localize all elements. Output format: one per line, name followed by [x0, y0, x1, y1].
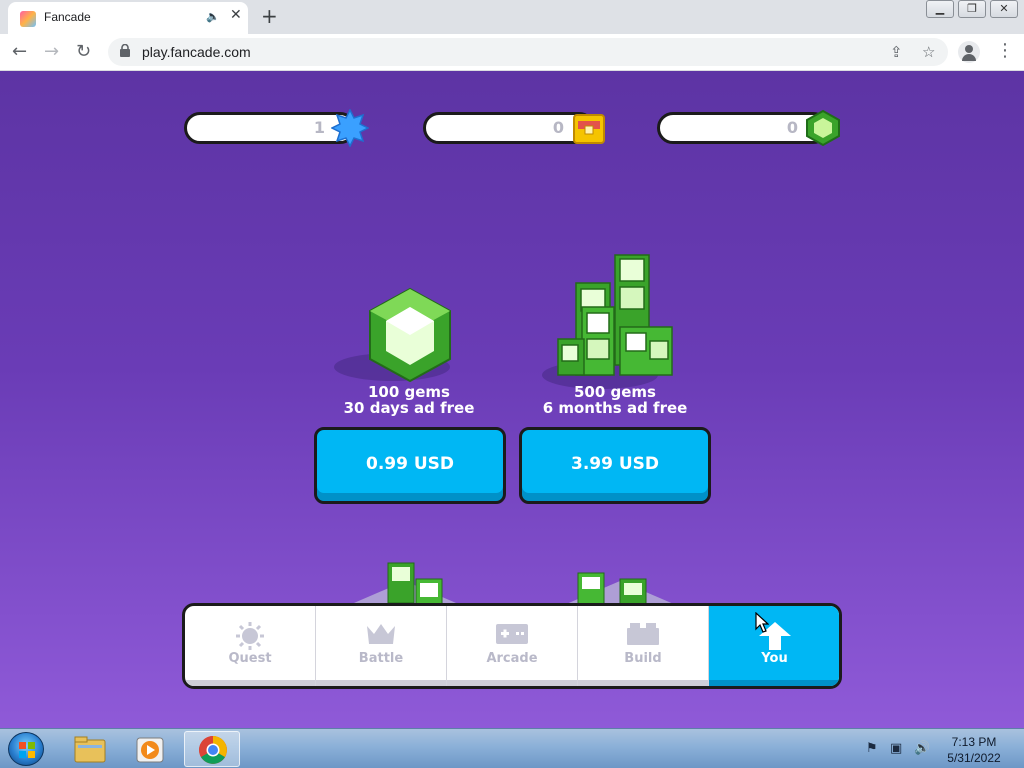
star-count: 1 [313, 118, 325, 137]
profile-icon[interactable] [958, 41, 980, 63]
offer-2-price: 3.99 USD [570, 454, 660, 474]
offer-1-price: 0.99 USD [365, 454, 455, 474]
clock-time: 7:13 PM [951, 735, 997, 749]
speaker-icon[interactable]: 🔈 [206, 10, 220, 23]
folder-icon [74, 736, 106, 763]
minimize-button[interactable]: ▁ [926, 0, 954, 18]
fancade-favicon-icon [20, 11, 36, 27]
offer-2-gems: 500 gems [573, 383, 656, 401]
chrome-icon [199, 736, 227, 764]
restore-button[interactable]: ❐ [958, 0, 986, 18]
nav-build-label: Build [624, 651, 662, 666]
chest-count: 0 [552, 118, 564, 137]
buy-500-gems-button[interactable]: 3.99 USD [519, 427, 711, 504]
taskbar-explorer[interactable] [62, 731, 118, 767]
offer-2-adfree: 6 months ad free [542, 399, 688, 417]
browser-tab-bar: Fancade 🔈 ✕ + ▁ ❐ ✕ [0, 0, 1024, 34]
bookmark-star-icon[interactable]: ☆ [922, 43, 935, 61]
crown-icon [367, 624, 395, 644]
nav-build[interactable]: Build [578, 606, 709, 686]
window-controls: ▁ ❐ ✕ [926, 0, 1018, 18]
system-clock[interactable]: 7:13 PM 5/31/2022 [942, 734, 1006, 766]
reload-icon[interactable]: ↻ [76, 41, 91, 62]
chest-counter: 0 [423, 112, 605, 144]
clock-date: 5/31/2022 [947, 751, 1001, 765]
gem-count: 0 [786, 118, 798, 137]
nav-battle[interactable]: Battle [316, 606, 447, 686]
new-tab-button[interactable]: + [261, 4, 278, 28]
nav-quest-label: Quest [228, 651, 272, 666]
offer-1-adfree: 30 days ad free [343, 399, 475, 417]
nav-quest[interactable]: Quest [185, 606, 316, 686]
close-tab-icon[interactable]: ✕ [230, 7, 242, 23]
gem-stack-image [542, 254, 673, 389]
brick-icon [627, 623, 659, 645]
gamepad-icon [496, 624, 528, 644]
chest-icon [573, 114, 605, 144]
mouse-cursor-icon [755, 612, 769, 633]
share-icon[interactable]: ⇪ [890, 43, 903, 61]
gem-icon [806, 109, 840, 147]
nav-arcade-label: Arcade [486, 651, 538, 666]
lock-icon [120, 44, 130, 57]
offer-1-gems: 100 gems [367, 383, 450, 401]
offer-1-label: 100 gems 30 days ad free [299, 384, 519, 416]
kebab-menu-icon[interactable]: ⋮ [996, 40, 1014, 61]
sun-icon [236, 622, 264, 650]
nav-you[interactable]: You [709, 606, 839, 686]
network-icon[interactable]: ▣ [890, 741, 902, 756]
bottom-nav: Quest Battle Arcade Build You [182, 603, 842, 689]
windows-taskbar: ⚑ ▣ 🔊 7:13 PM 5/31/2022 [0, 728, 1024, 768]
single-gem-image [334, 287, 451, 383]
media-player-icon [136, 737, 164, 763]
offer-2-label: 500 gems 6 months ad free [505, 384, 725, 416]
tab-title: Fancade [44, 10, 91, 24]
star-icon [331, 109, 369, 147]
buy-100-gems-button[interactable]: 0.99 USD [314, 427, 506, 504]
network-warning-icon[interactable]: ⚑ [866, 741, 878, 756]
gem-counter: 0 [657, 109, 840, 147]
windows-logo-icon [19, 742, 35, 758]
nav-battle-label: Battle [358, 651, 404, 666]
taskbar-chrome[interactable] [184, 731, 240, 767]
taskbar-media-player[interactable] [122, 731, 178, 767]
nav-you-label: You [761, 651, 788, 666]
browser-toolbar: ← → ↻ play.fancade.com ⇪ ☆ ⋮ [0, 34, 1024, 71]
address-bar[interactable]: play.fancade.com ⇪ ☆ [108, 38, 948, 66]
game-viewport[interactable]: 1 0 0 100 gems 30 days ad free 0.99 USD [0, 71, 1024, 728]
forward-icon[interactable]: → [44, 41, 59, 62]
close-window-button[interactable]: ✕ [990, 0, 1018, 18]
browser-tab[interactable]: Fancade 🔈 ✕ [8, 2, 248, 34]
url-text: play.fancade.com [142, 44, 251, 60]
volume-icon[interactable]: 🔊 [914, 741, 930, 756]
star-counter: 1 [184, 109, 369, 147]
start-button[interactable] [8, 732, 44, 766]
back-icon[interactable]: ← [12, 41, 27, 62]
nav-arcade[interactable]: Arcade [447, 606, 578, 686]
